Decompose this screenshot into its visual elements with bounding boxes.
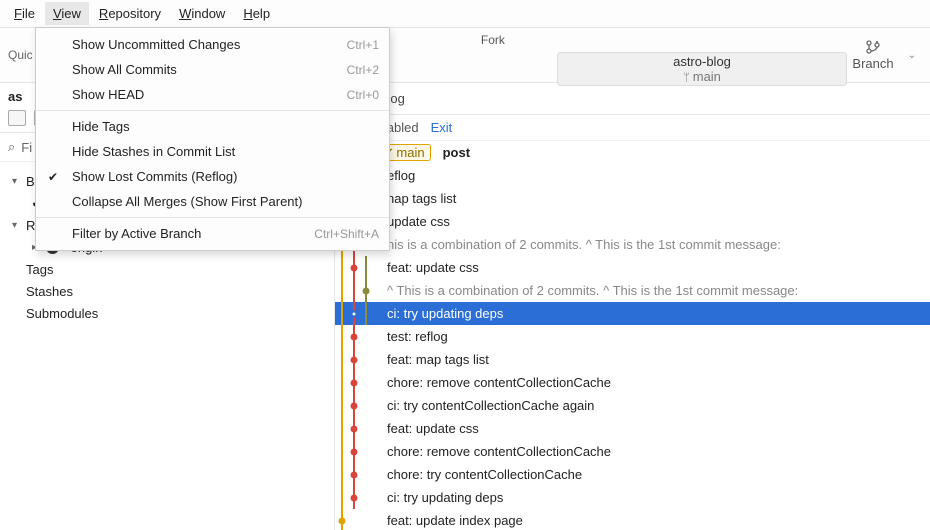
commit-row[interactable]: ^ This is a combination of 2 commits. ^ … bbox=[335, 279, 930, 302]
commit-message: feat: update css bbox=[379, 421, 479, 436]
commit-row[interactable]: ci: try updating deps bbox=[335, 302, 930, 325]
menu-file[interactable]: File bbox=[6, 2, 43, 25]
menu-item[interactable]: Show Uncommitted ChangesCtrl+1 bbox=[36, 32, 389, 57]
commit-message: chore: remove contentCollectionCache bbox=[379, 375, 611, 390]
commit-message: his is a combination of 2 commits. ^ Thi… bbox=[379, 237, 781, 252]
commit-message: feat: update index page bbox=[379, 513, 523, 528]
commit-row[interactable]: feat: update css bbox=[335, 256, 930, 279]
commit-row[interactable]: ci: try updating deps bbox=[335, 486, 930, 509]
submodules-section[interactable]: Submodules bbox=[4, 302, 330, 324]
tabstrip: astro-blog bbox=[335, 83, 930, 115]
stashes-section[interactable]: Stashes bbox=[4, 280, 330, 302]
commit-row[interactable]: chore: remove contentCollectionCache bbox=[335, 371, 930, 394]
commit-list: ✔main post eflog nap tags list update css h… bbox=[335, 141, 930, 530]
menu-view[interactable]: View bbox=[45, 2, 89, 25]
branch-icon bbox=[865, 39, 881, 55]
main-panel: astro-blog ode enabled Exit ✔main post e… bbox=[335, 83, 930, 530]
repo-selector[interactable]: astro-blog ᛘ main bbox=[557, 52, 847, 86]
commit-row[interactable]: update css bbox=[335, 210, 930, 233]
commit-row-head[interactable]: ✔main post bbox=[335, 141, 930, 164]
commit-message: chore: remove contentCollectionCache bbox=[379, 444, 611, 459]
search-icon: ⌕ bbox=[8, 139, 15, 155]
commit-message: ^ This is a combination of 2 commits. ^ … bbox=[379, 283, 798, 298]
commit-row[interactable]: nap tags list bbox=[335, 187, 930, 210]
commit-row[interactable]: ci: try contentCollectionCache again bbox=[335, 394, 930, 417]
mode-bar: ode enabled Exit bbox=[335, 115, 930, 141]
tags-section[interactable]: Tags bbox=[4, 258, 330, 280]
commit-row[interactable]: feat: update index page bbox=[335, 509, 930, 530]
exit-link[interactable]: Exit bbox=[431, 120, 453, 135]
menu-window[interactable]: Window bbox=[171, 2, 233, 25]
commit-message: feat: map tags list bbox=[379, 352, 489, 367]
view-dropdown: Show Uncommitted ChangesCtrl+1Show All C… bbox=[35, 27, 390, 251]
menu-repository[interactable]: Repository bbox=[91, 2, 169, 25]
commit-message: nap tags list bbox=[379, 191, 456, 206]
repo-name: astro-blog bbox=[673, 54, 731, 69]
commit-row[interactable]: eflog bbox=[335, 164, 930, 187]
commit-row[interactable]: test: reflog bbox=[335, 325, 930, 348]
menu-item[interactable]: Show All CommitsCtrl+2 bbox=[36, 57, 389, 82]
commit-message: feat: update css bbox=[379, 260, 479, 275]
commit-message: chore: try contentCollectionCache bbox=[379, 467, 582, 482]
commit-message: ci: try contentCollectionCache again bbox=[379, 398, 594, 413]
app-title: Fork bbox=[481, 33, 505, 47]
menu-help[interactable]: Help bbox=[235, 2, 278, 25]
commit-row[interactable]: chore: remove contentCollectionCache bbox=[335, 440, 930, 463]
menu-item[interactable]: Hide Stashes in Commit List bbox=[36, 139, 389, 164]
commit-row[interactable]: feat: map tags list bbox=[335, 348, 930, 371]
sidebar-top-label: as bbox=[8, 89, 22, 104]
uncommitted-icon[interactable] bbox=[8, 110, 26, 126]
chevron-down-icon[interactable]: ⌄ bbox=[908, 50, 916, 61]
commit-message: ci: try updating deps bbox=[379, 306, 503, 321]
repo-branch: ᛘ main bbox=[683, 69, 721, 84]
new-branch-button[interactable]: Branch bbox=[852, 39, 893, 71]
menu-item[interactable]: ✔Show Lost Commits (Reflog) bbox=[36, 164, 389, 189]
menubar: File View Repository Window Help Show Un… bbox=[0, 0, 930, 28]
commit-message: test: reflog bbox=[379, 329, 448, 344]
commit-row[interactable]: feat: update css bbox=[335, 417, 930, 440]
menu-item[interactable]: Show HEADCtrl+0 bbox=[36, 82, 389, 107]
commit-message: ci: try updating deps bbox=[379, 490, 503, 505]
menu-item[interactable]: Filter by Active BranchCtrl+Shift+A bbox=[36, 221, 389, 246]
menu-item[interactable]: Hide Tags bbox=[36, 114, 389, 139]
commit-row[interactable]: chore: try contentCollectionCache bbox=[335, 463, 930, 486]
menu-item[interactable]: Collapse All Merges (Show First Parent) bbox=[36, 189, 389, 214]
commit-row[interactable]: his is a combination of 2 commits. ^ Thi… bbox=[335, 233, 930, 256]
